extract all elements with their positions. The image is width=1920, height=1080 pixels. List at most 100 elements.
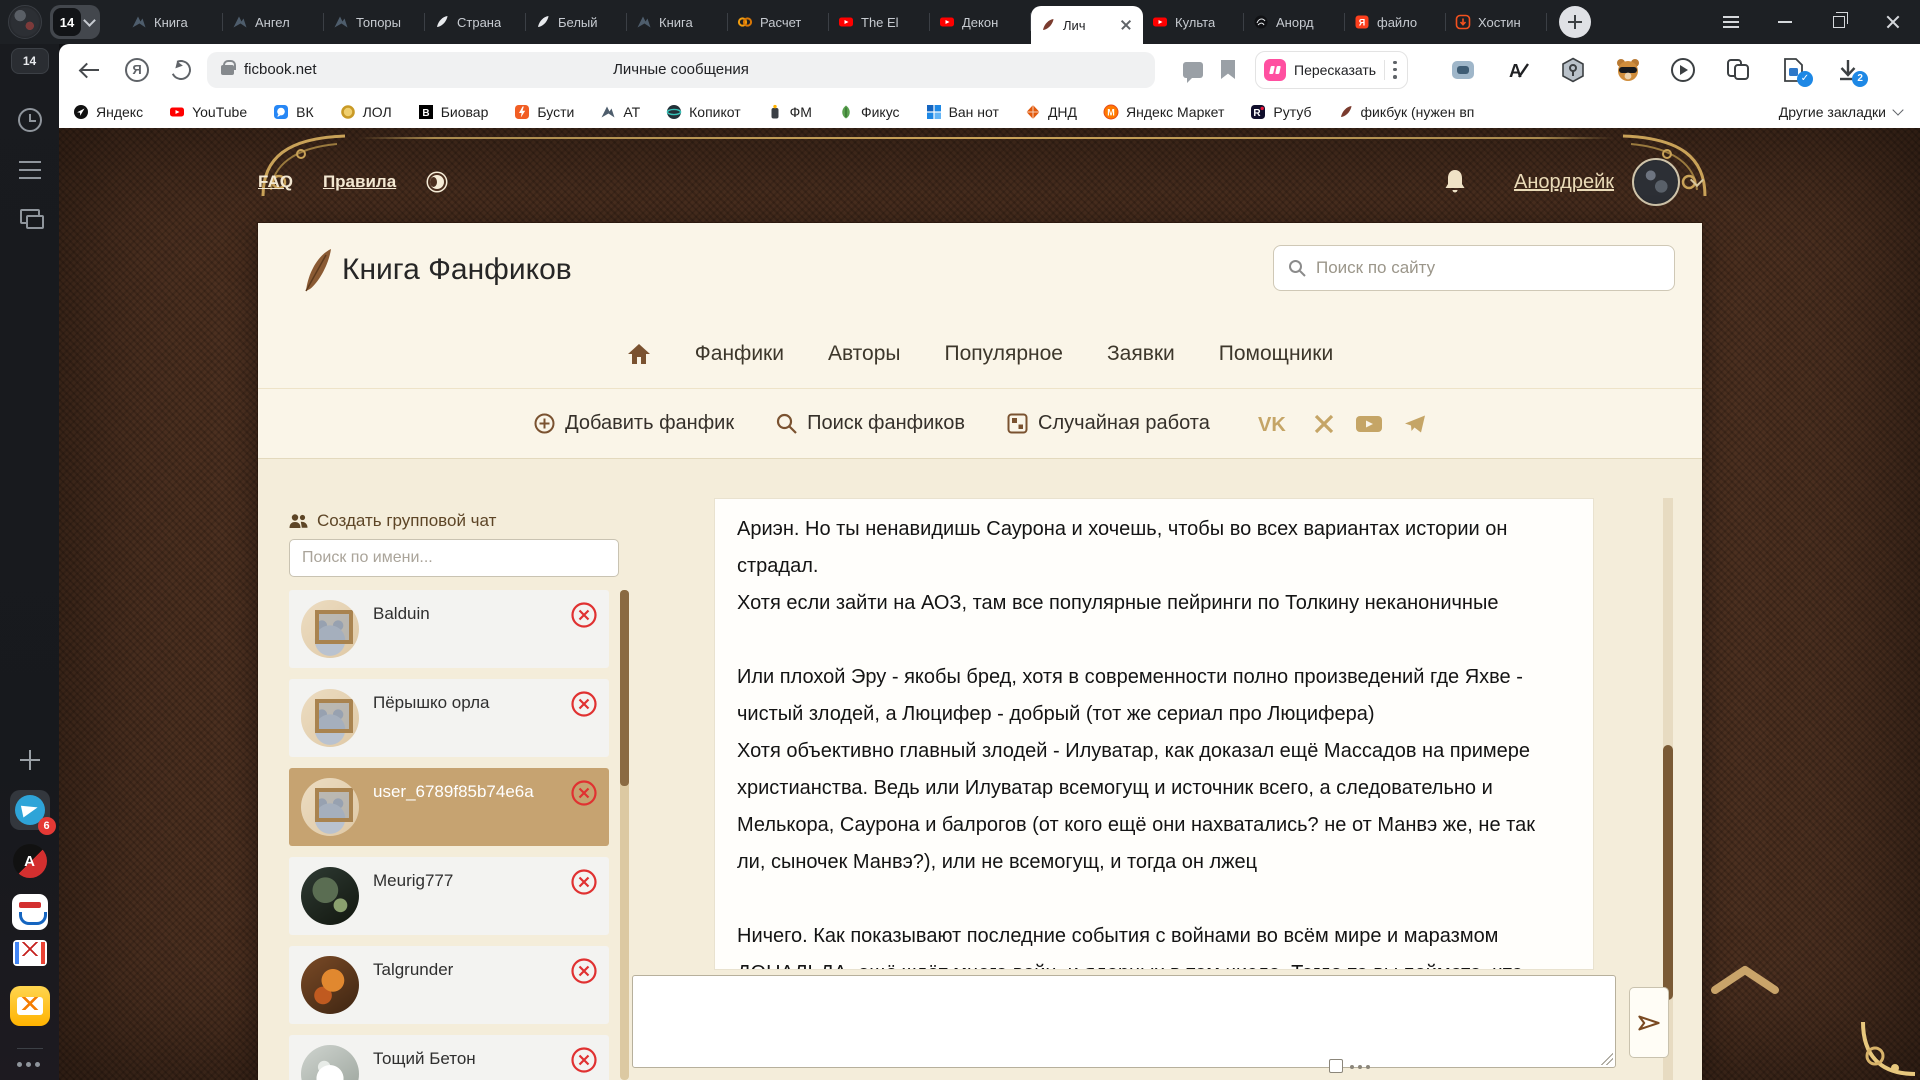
message-textarea[interactable] — [632, 975, 1616, 1068]
tab-counter[interactable]: 14 — [50, 5, 100, 39]
bookmark-item[interactable]: АТ — [600, 104, 640, 120]
bookmark-item[interactable]: ЛОЛ — [340, 104, 392, 120]
browser-tab[interactable]: Страна — [425, 0, 526, 44]
yandex-mail-icon[interactable] — [10, 986, 50, 1026]
telegram-icon[interactable] — [1404, 414, 1426, 434]
bookmark-item[interactable]: Копикот — [666, 104, 741, 120]
translator-icon[interactable]: A — [13, 844, 47, 878]
message-options-checkbox[interactable] — [1329, 1059, 1343, 1073]
nav-link-4[interactable]: Заявки — [1107, 342, 1175, 366]
bookmark-item[interactable]: Ван нот — [926, 104, 999, 120]
delete-chat-icon[interactable] — [571, 602, 597, 628]
plus-circle-action-link[interactable]: Добавить фанфик — [534, 412, 734, 435]
restore-button[interactable] — [1812, 0, 1866, 44]
minimize-button[interactable] — [1758, 0, 1812, 44]
nav-link-5[interactable]: Помощники — [1219, 342, 1333, 366]
chat-name-search-input[interactable]: Поиск по имени... — [289, 539, 619, 577]
new-tab-button[interactable] — [1559, 6, 1591, 38]
delete-chat-icon[interactable] — [571, 780, 597, 806]
browser-profile-icon[interactable] — [8, 5, 42, 39]
chat-item[interactable]: Meurig777 — [289, 857, 609, 935]
key-hexagon-extension-icon[interactable] — [1560, 57, 1586, 83]
bookmark-item[interactable]: Яндекс — [73, 104, 143, 120]
chat-list-scrollbar-thumb[interactable] — [620, 590, 629, 786]
browser-tab[interactable]: Книга — [627, 0, 728, 44]
close-button[interactable] — [1866, 0, 1920, 44]
browser-tab[interactable]: Ангел — [223, 0, 324, 44]
bookmark-item[interactable]: фикбук (нужен вп — [1338, 104, 1475, 120]
feed-icon[interactable] — [19, 161, 41, 179]
resize-handle[interactable] — [1600, 1052, 1613, 1065]
vk-icon[interactable]: VK — [1258, 413, 1292, 435]
site-title[interactable]: Книга Фанфиков — [342, 253, 572, 287]
bookmark-item[interactable]: ДНД — [1025, 104, 1077, 120]
windows-icon[interactable] — [20, 209, 40, 224]
user-avatar[interactable] — [1632, 158, 1680, 206]
delete-chat-icon[interactable] — [571, 1047, 597, 1073]
chat-item[interactable]: Тощий Бетон — [289, 1035, 609, 1080]
retell-button[interactable]: Пересказать — [1255, 51, 1408, 89]
browser-menu-button[interactable] — [1704, 0, 1758, 44]
browser-tab[interactable]: Яфайло — [1345, 0, 1446, 44]
bear-extension-icon[interactable] — [1615, 57, 1641, 83]
copy-pages-extension-icon[interactable] — [1725, 57, 1751, 83]
bookmark-item[interactable]: MЯндекс Маркет — [1103, 104, 1224, 120]
browser-tab[interactable]: Анорд — [1244, 0, 1345, 44]
browser-tab[interactable]: Топоры — [324, 0, 425, 44]
search-action-link[interactable]: Поиск фанфиков — [776, 412, 965, 435]
sidebar-add-icon[interactable] — [20, 750, 40, 770]
browser-tab[interactable]: Расчет — [728, 0, 829, 44]
history-icon[interactable] — [18, 108, 42, 132]
home-icon[interactable] — [627, 343, 651, 365]
robot-extension-icon[interactable] — [1450, 57, 1476, 83]
sidebar-tabs-panel-button[interactable]: 14 — [11, 48, 49, 74]
comments-icon[interactable] — [1183, 62, 1203, 78]
chat-item[interactable]: Talgrunder — [289, 946, 609, 1024]
bookmark-item[interactable]: Бусти — [514, 104, 574, 120]
bookmark-item[interactable]: ФМ — [767, 104, 812, 120]
nav-link-2[interactable]: Авторы — [828, 342, 901, 366]
back-button[interactable] — [79, 59, 101, 81]
site-search-input[interactable]: Поиск по сайту — [1273, 245, 1675, 291]
image-doc-extension-icon[interactable]: ✓ — [1780, 57, 1806, 83]
bookmark-item[interactable]: RРутуб — [1250, 104, 1311, 120]
nav-link-3[interactable]: Популярное — [945, 342, 1063, 366]
sidebar-more-button[interactable] — [17, 1062, 43, 1068]
bookmark-flag-icon[interactable] — [1221, 60, 1235, 79]
telegram-icon[interactable]: 6 — [10, 790, 50, 830]
gmail-icon[interactable] — [13, 940, 47, 966]
browser-tab[interactable]: Культа — [1143, 0, 1244, 44]
browser-tab[interactable]: Хостин — [1446, 0, 1547, 44]
delete-chat-icon[interactable] — [571, 958, 597, 984]
bookmark-item[interactable]: BБиовар — [418, 104, 489, 120]
browser-tab[interactable]: Книга — [122, 0, 223, 44]
browser-tab[interactable]: The El — [829, 0, 930, 44]
x-icon[interactable] — [1314, 414, 1334, 434]
scroll-to-top-button[interactable] — [1711, 964, 1779, 994]
notifications-bell-icon[interactable] — [1442, 168, 1468, 196]
kebab-menu-icon[interactable] — [1393, 61, 1397, 79]
random-action-link[interactable]: Случайная работа — [1007, 412, 1210, 435]
faq-link[interactable]: FAQ — [258, 172, 293, 192]
browser-tab[interactable]: Белый — [526, 0, 627, 44]
address-bar[interactable]: ficbook.net Личные сообщения — [207, 52, 1155, 88]
username-link[interactable]: Анордрейк — [1514, 171, 1614, 194]
chat-item-selected[interactable]: user_6789f85b74e6a — [289, 768, 609, 846]
chat-item[interactable]: Пёрышко орла — [289, 679, 609, 757]
bookmark-item[interactable]: ВК — [273, 104, 314, 120]
browser-tab[interactable]: Декон — [930, 0, 1031, 44]
yandex-button[interactable]: Я — [125, 58, 149, 82]
thread-scrollbar-thumb[interactable] — [1663, 745, 1673, 1000]
ficbook-feather-logo[interactable] — [300, 245, 334, 295]
other-bookmarks-button[interactable]: Другие закладки — [1779, 104, 1902, 120]
chat-item[interactable]: Balduin — [289, 590, 609, 668]
gosuslugi-icon[interactable] — [12, 894, 48, 930]
nav-link-1[interactable]: Фанфики — [695, 342, 784, 366]
theme-toggle-icon[interactable] — [426, 171, 448, 193]
reload-button[interactable] — [168, 57, 194, 83]
browser-tab-active[interactable]: Лич — [1031, 6, 1143, 44]
send-message-button[interactable] — [1629, 987, 1669, 1058]
downloads-icon[interactable]: 2 — [1835, 57, 1861, 83]
bookmark-item[interactable]: Фикус — [838, 104, 900, 120]
play-circle-extension-icon[interactable] — [1670, 57, 1696, 83]
